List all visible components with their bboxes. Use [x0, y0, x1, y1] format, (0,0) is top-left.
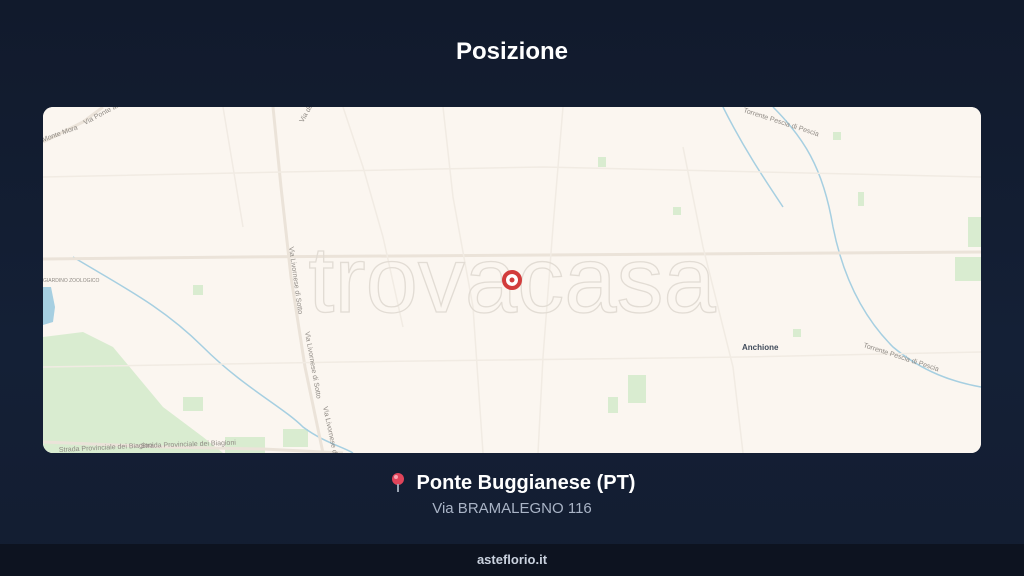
round-pushpin-icon [389, 472, 407, 498]
page-title: Posizione [455, 38, 569, 65]
location-address: Via BRAMALEGNO 116 [432, 500, 592, 517]
location-heading: Ponte Buggianese (PT) [0, 472, 1024, 498]
map-view[interactable]: trovacasa Via Livornese di Sotto Via Liv… [43, 107, 981, 453]
place-label-anchione: Anchione [742, 343, 779, 352]
location-name: Ponte Buggianese (PT) [416, 472, 636, 494]
footer-brand[interactable]: asteflorio.it [477, 552, 547, 567]
footer: asteflorio.it [0, 544, 1024, 576]
poi-label: GIARDINO ZOOLOGICO [43, 278, 100, 284]
location-marker[interactable] [502, 270, 522, 290]
